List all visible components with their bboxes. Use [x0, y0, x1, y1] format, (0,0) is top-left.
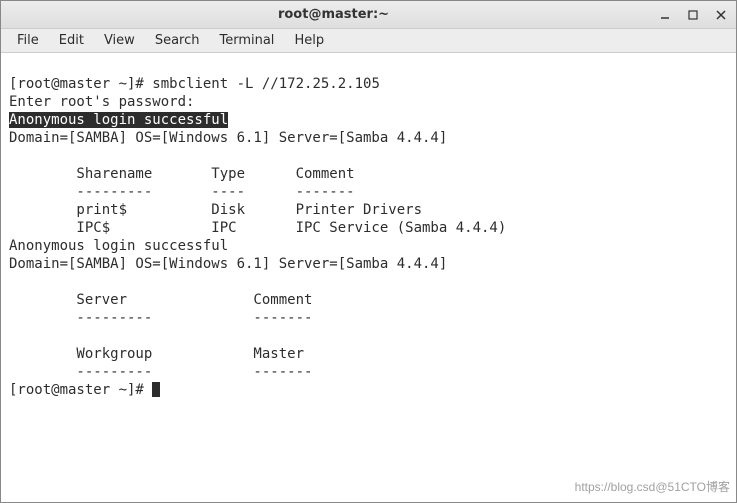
output-line: Sharename Type Comment	[9, 166, 355, 182]
output-line: --------- -------	[9, 310, 312, 326]
window-title: root@master:~	[9, 7, 658, 22]
menu-file[interactable]: File	[7, 30, 49, 51]
close-button[interactable]	[714, 8, 728, 22]
watermark: https://blog.csd@51CTO博客	[575, 478, 730, 496]
output-line: --------- -------	[9, 364, 312, 380]
prompt-line-1: [root@master ~]# smbclient -L //172.25.2…	[9, 76, 380, 92]
output-line: Server Comment	[9, 292, 312, 308]
menu-help[interactable]: Help	[284, 30, 334, 51]
menu-edit[interactable]: Edit	[49, 30, 94, 51]
highlighted-output: Anonymous login successful	[9, 112, 228, 128]
output-line: print$ Disk Printer Drivers	[9, 202, 422, 218]
output-line: Enter root's password:	[9, 94, 194, 110]
output-line: Anonymous login successful	[9, 238, 228, 254]
output-line: Workgroup Master	[9, 346, 304, 362]
minimize-button[interactable]	[658, 8, 672, 22]
output-line: IPC$ IPC IPC Service (Samba 4.4.4)	[9, 220, 506, 236]
menu-search[interactable]: Search	[145, 30, 210, 51]
menu-terminal[interactable]: Terminal	[209, 30, 284, 51]
terminal-area[interactable]: [root@master ~]# smbclient -L //172.25.2…	[1, 53, 736, 502]
terminal-cursor	[152, 382, 160, 397]
output-line: --------- ---- -------	[9, 184, 355, 200]
command-text: smbclient -L //172.25.2.105	[152, 76, 380, 92]
maximize-button[interactable]	[686, 8, 700, 22]
output-line: Domain=[SAMBA] OS=[Windows 6.1] Server=[…	[9, 256, 447, 272]
prompt-text: [root@master ~]#	[9, 76, 152, 92]
prompt-line-2: [root@master ~]#	[9, 382, 160, 398]
prompt-text: [root@master ~]#	[9, 382, 152, 398]
window-controls	[658, 8, 728, 22]
titlebar: root@master:~	[1, 1, 736, 29]
menu-view[interactable]: View	[94, 30, 145, 51]
output-line: Domain=[SAMBA] OS=[Windows 6.1] Server=[…	[9, 130, 447, 146]
menubar: File Edit View Search Terminal Help	[1, 29, 736, 53]
